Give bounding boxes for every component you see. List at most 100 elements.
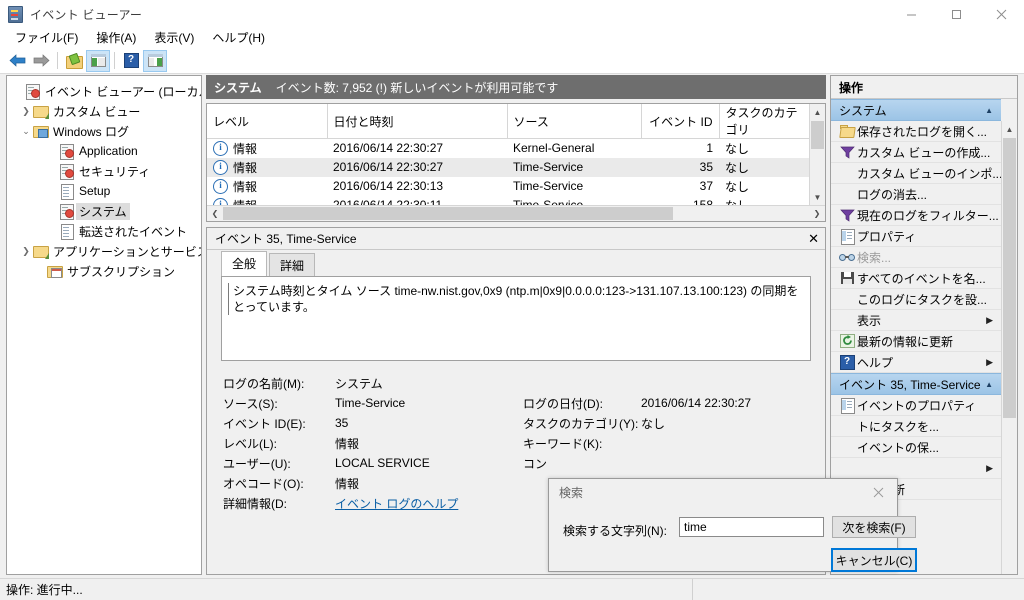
- tree-item-subscriptions[interactable]: サブスクリプション: [7, 261, 201, 281]
- cell-level: 情報: [233, 141, 258, 156]
- search-dialog-close-icon[interactable]: [861, 480, 895, 504]
- maximize-button[interactable]: [934, 0, 979, 28]
- information-icon: i: [213, 140, 228, 156]
- event-list[interactable]: レベル 日付と時刻 ソース イベント ID タスクのカテゴリ i 情報 2016/…: [206, 103, 826, 222]
- actions-vertical-scrollbar[interactable]: ▲ ▼: [1001, 121, 1017, 574]
- table-row[interactable]: i 情報 2016/06/14 22:30:13 Time-Service 37 …: [207, 177, 810, 196]
- chevron-down-icon[interactable]: ⌄: [19, 126, 33, 137]
- chevron-up-icon[interactable]: ▲: [985, 106, 993, 115]
- save-icon: [837, 271, 857, 285]
- table-row[interactable]: i 情報 2016/06/14 22:30:27 Kernel-General 1…: [207, 139, 810, 158]
- windows-logs-folder-icon: [33, 124, 50, 138]
- scroll-up-arrow-icon[interactable]: ▲: [810, 104, 825, 120]
- scroll-right-arrow-icon[interactable]: ❯: [809, 209, 825, 218]
- back-button[interactable]: [5, 50, 29, 72]
- scroll-thumb[interactable]: [811, 121, 824, 149]
- tree-item-event-viewer-local[interactable]: イベント ビューアー (ローカル): [7, 81, 201, 101]
- tree-item-application[interactable]: Application: [7, 141, 201, 161]
- event-list-horizontal-scrollbar[interactable]: ❮ ❯: [207, 205, 825, 221]
- chevron-up-icon[interactable]: ▲: [985, 380, 993, 389]
- search-input[interactable]: [679, 517, 824, 537]
- action-attach-task-to-log[interactable]: このログにタスクを設...: [831, 289, 1001, 310]
- tree-item-forwarded-events[interactable]: 転送されたイベント: [7, 221, 201, 241]
- table-row[interactable]: i 情報 2016/06/14 22:30:27 Time-Service 35 …: [207, 157, 810, 177]
- column-header-task-category[interactable]: タスクのカテゴリ: [719, 104, 811, 139]
- console-tree: イベント ビューアー (ローカル) ❯ カスタム ビュー ⌄ Windows ロ…: [7, 76, 201, 281]
- column-header-level[interactable]: レベル: [207, 104, 328, 139]
- chevron-right-icon[interactable]: ❯: [19, 246, 33, 257]
- action-clear-log[interactable]: ログの消去...: [831, 184, 1001, 205]
- event-viewer-icon: [7, 6, 23, 23]
- show-hide-console-tree-button[interactable]: [86, 49, 110, 72]
- action-view[interactable]: 表示 ▶: [831, 310, 1001, 331]
- action-properties[interactable]: プロパティ: [831, 226, 1001, 247]
- action-open-saved-log[interactable]: 保存されたログを開く...: [831, 121, 1001, 142]
- open-saved-log-button[interactable]: [62, 50, 86, 72]
- action-attach-task-to-event[interactable]: トにタスクを...: [831, 416, 1001, 437]
- action-refresh[interactable]: 最新の情報に更新: [831, 331, 1001, 352]
- event-viewer-icon: [25, 84, 42, 100]
- menu-help[interactable]: ヘルプ(H): [203, 29, 274, 47]
- action-filter-current-log[interactable]: 現在のログをフィルター...: [831, 205, 1001, 226]
- column-header-datetime[interactable]: 日付と時刻: [327, 104, 508, 139]
- action-find[interactable]: 検索...: [831, 247, 1001, 268]
- tree-item-security[interactable]: セキュリティ: [7, 161, 201, 181]
- action-help[interactable]: ? ヘルプ ▶: [831, 352, 1001, 373]
- scroll-down-arrow-icon[interactable]: ▼: [810, 189, 825, 205]
- chevron-right-icon[interactable]: ❯: [19, 106, 33, 117]
- menu-action[interactable]: 操作(A): [87, 29, 145, 47]
- action-label: カスタム ビューの作成...: [857, 145, 991, 160]
- cell-event-id: 37: [699, 179, 713, 193]
- show-hide-action-pane-button[interactable]: [143, 49, 167, 72]
- action-create-custom-view[interactable]: カスタム ビューの作成...: [831, 142, 1001, 163]
- tree-item-windows-logs[interactable]: ⌄ Windows ログ: [7, 121, 201, 141]
- submenu-arrow-icon: ▶: [986, 314, 993, 325]
- action-save-selected-events[interactable]: イベントの保...: [831, 437, 1001, 458]
- log-header-name: システム: [214, 80, 262, 95]
- open-saved-log-icon: [837, 124, 857, 138]
- search-dialog-body: 検索する文字列(N): 次を検索(F) キャンセル(C): [549, 505, 917, 572]
- actions-group-label: イベント 35, Time-Service: [839, 377, 981, 392]
- action-save-all-events[interactable]: すべてのイベントを名...: [831, 268, 1001, 289]
- actions-group-system[interactable]: システム ▲: [831, 99, 1001, 121]
- field-label-more-information: 詳細情報(D:: [223, 496, 287, 511]
- tree-item-label: Setup: [79, 184, 111, 198]
- menu-view[interactable]: 表示(V): [145, 29, 203, 47]
- menu-file[interactable]: ファイル(F): [6, 29, 87, 47]
- tab-details[interactable]: 詳細: [269, 253, 316, 277]
- field-row: イベント ID(E): 35 タスクのカテゴリ(Y): なし: [223, 413, 825, 433]
- help-button[interactable]: ?: [119, 50, 143, 72]
- action-label: トにタスクを...: [857, 419, 940, 434]
- scroll-thumb[interactable]: [1003, 138, 1016, 418]
- tree-item-custom-views[interactable]: ❯ カスタム ビュー: [7, 101, 201, 121]
- scroll-left-arrow-icon[interactable]: ❮: [207, 209, 223, 218]
- find-next-button[interactable]: 次を検索(F): [832, 516, 916, 538]
- field-label-level: レベル(L):: [223, 436, 278, 451]
- actions-group-event[interactable]: イベント 35, Time-Service ▲: [831, 373, 1001, 395]
- event-log-help-link[interactable]: イベント ログのヘルプ: [335, 495, 523, 512]
- action-copy[interactable]: ▶: [831, 458, 1001, 479]
- tree-item-system[interactable]: システム: [7, 201, 201, 221]
- action-import-custom-view[interactable]: カスタム ビューのインポ...: [831, 163, 1001, 184]
- column-header-source[interactable]: ソース: [507, 104, 642, 139]
- close-details-icon[interactable]: ✕: [808, 231, 819, 247]
- action-event-properties[interactable]: イベントのプロパティ: [831, 395, 1001, 416]
- scroll-up-arrow-icon[interactable]: ▲: [1002, 121, 1017, 137]
- minimize-button[interactable]: [889, 0, 934, 28]
- toolbar-separator-1: [57, 52, 58, 69]
- event-list-vertical-scrollbar[interactable]: ▲ ▼: [809, 104, 825, 205]
- scroll-thumb-h[interactable]: [223, 207, 673, 220]
- cell-category: なし: [725, 141, 750, 156]
- forward-button[interactable]: [29, 50, 53, 72]
- toolbar: ?: [0, 48, 1024, 74]
- document-log-icon: [59, 184, 76, 200]
- status-separator: [692, 579, 693, 600]
- tree-item-label: カスタム ビュー: [53, 104, 141, 119]
- field-row: レベル(L): 情報 キーワード(K):: [223, 433, 825, 453]
- cancel-button[interactable]: キャンセル(C): [831, 548, 917, 572]
- column-header-event-id[interactable]: イベント ID: [641, 104, 720, 139]
- tree-item-applications-and-services-logs[interactable]: ❯ アプリケーションとサービス ログ: [7, 241, 201, 261]
- close-button[interactable]: [979, 0, 1024, 28]
- tab-general[interactable]: 全般: [221, 251, 268, 276]
- tree-item-setup[interactable]: Setup: [7, 181, 201, 201]
